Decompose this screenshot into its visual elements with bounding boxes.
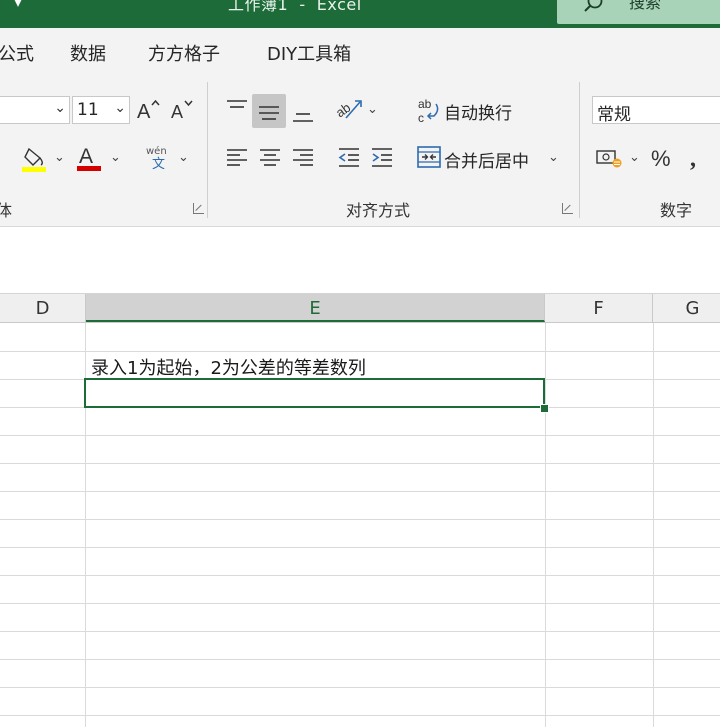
- tab-fangfang[interactable]: 方方格子: [148, 40, 220, 66]
- gridline: [0, 547, 720, 548]
- group-divider: [207, 82, 208, 218]
- number-group-label: 数字: [660, 201, 693, 220]
- font-size-combo[interactable]: 11 ⌄: [72, 96, 130, 124]
- middle-align-icon: [259, 106, 279, 120]
- tab-diy-toolbox[interactable]: DIY工具箱: [267, 40, 351, 66]
- svg-text:A: A: [79, 145, 93, 168]
- worksheet-grid[interactable]: 录入1为起始，2为公差的等差数列: [0, 323, 720, 727]
- svg-text:A: A: [171, 102, 183, 122]
- align-right-icon[interactable]: [290, 144, 316, 170]
- gridline: [0, 631, 720, 632]
- gridline: [0, 435, 720, 436]
- number-format-combo[interactable]: 常规: [592, 96, 720, 125]
- gridline: [0, 575, 720, 576]
- column-header-f[interactable]: F: [545, 294, 653, 322]
- fill-color-icon[interactable]: [20, 144, 50, 174]
- ribbon: ⌄ 11 ⌄ A A ⌄ A ⌄ wén 文 ⌄ 体 ab ⌄ ab c 自动换…: [0, 76, 720, 227]
- gridline: [0, 603, 720, 604]
- bottom-align-icon[interactable]: [290, 100, 316, 126]
- wrap-text-icon[interactable]: ab c: [416, 96, 442, 126]
- svg-text:%: %: [651, 146, 671, 171]
- tab-data[interactable]: 数据: [70, 40, 106, 66]
- ribbon-tabs: 公式 数据 方方格子 DIY工具箱: [0, 28, 720, 76]
- align-center-icon[interactable]: [257, 144, 283, 170]
- cell-e2-text[interactable]: 录入1为起始，2为公差的等差数列: [91, 354, 366, 380]
- search-label: 搜索: [629, 0, 662, 12]
- selected-cell-e3[interactable]: [84, 378, 545, 408]
- gridline: [0, 659, 720, 660]
- increase-font-size-icon[interactable]: A: [136, 96, 164, 124]
- gridline: [0, 463, 720, 464]
- align-left-icon[interactable]: [224, 144, 250, 170]
- gridline: [0, 687, 720, 688]
- title-bar: ▾ 工作簿1 - Excel 搜索: [0, 0, 720, 28]
- chevron-down-icon: ⌄: [54, 100, 66, 116]
- accounting-format-icon[interactable]: [595, 146, 623, 170]
- font-group-label: 体: [0, 201, 13, 220]
- decrease-indent-icon[interactable]: [336, 144, 362, 170]
- percent-style-icon[interactable]: %: [650, 144, 676, 172]
- gridline: [653, 323, 654, 727]
- gridline: [0, 351, 720, 352]
- svg-text:,: ,: [690, 146, 696, 172]
- chevron-down-icon[interactable]: ⌄: [178, 150, 189, 165]
- wrap-text-button[interactable]: 自动换行: [444, 99, 512, 124]
- chevron-down-icon[interactable]: ⌄: [548, 150, 559, 165]
- fill-handle[interactable]: [540, 404, 549, 413]
- svg-text:A: A: [137, 101, 151, 123]
- window-title: 工作簿1 - Excel: [228, 0, 362, 14]
- formula-bar-area: [0, 227, 720, 294]
- font-name-combo[interactable]: ⌄: [0, 96, 70, 124]
- chevron-down-icon[interactable]: ⌄: [54, 150, 65, 165]
- svg-text:文: 文: [152, 157, 165, 172]
- top-align-icon[interactable]: [224, 96, 250, 122]
- phonetic-guide-icon[interactable]: wén 文: [144, 144, 174, 172]
- chevron-down-icon: ⌄: [114, 100, 126, 116]
- increase-indent-icon[interactable]: [369, 144, 395, 170]
- font-color-icon[interactable]: A: [76, 142, 104, 174]
- search-icon: [584, 0, 603, 12]
- gridline: [0, 519, 720, 520]
- font-size-value: 11: [77, 100, 99, 120]
- customize-quick-access-chevron-icon[interactable]: ▾: [14, 0, 22, 11]
- svg-text:wén: wén: [146, 145, 167, 157]
- font-dialog-launcher-icon[interactable]: [193, 203, 204, 214]
- gridline: [0, 491, 720, 492]
- merge-center-icon[interactable]: [416, 144, 442, 170]
- svg-text:ab: ab: [418, 97, 432, 111]
- chevron-down-icon[interactable]: ⌄: [110, 150, 121, 165]
- svg-text:ab: ab: [334, 100, 353, 121]
- svg-text:c: c: [418, 111, 424, 125]
- column-header-e[interactable]: E: [86, 294, 545, 322]
- merge-center-button[interactable]: 合并后居中: [444, 147, 529, 172]
- column-headers: D E F G: [0, 294, 720, 323]
- alignment-group-label: 对齐方式: [346, 201, 411, 220]
- column-header-g[interactable]: G: [653, 294, 720, 322]
- chevron-down-icon[interactable]: ⌄: [629, 150, 640, 165]
- search-box[interactable]: 搜索: [557, 0, 720, 24]
- alignment-dialog-launcher-icon[interactable]: [562, 203, 573, 214]
- comma-style-icon[interactable]: ,: [688, 144, 708, 172]
- group-divider: [579, 82, 580, 218]
- tab-formulas[interactable]: 公式: [0, 40, 34, 66]
- column-header-d[interactable]: D: [0, 294, 86, 322]
- chevron-down-icon[interactable]: ⌄: [367, 102, 378, 117]
- decrease-font-size-icon[interactable]: A: [170, 96, 196, 124]
- orientation-icon[interactable]: ab: [334, 96, 364, 122]
- gridline: [545, 323, 546, 727]
- gridline: [0, 715, 720, 716]
- number-format-value: 常规: [597, 105, 631, 125]
